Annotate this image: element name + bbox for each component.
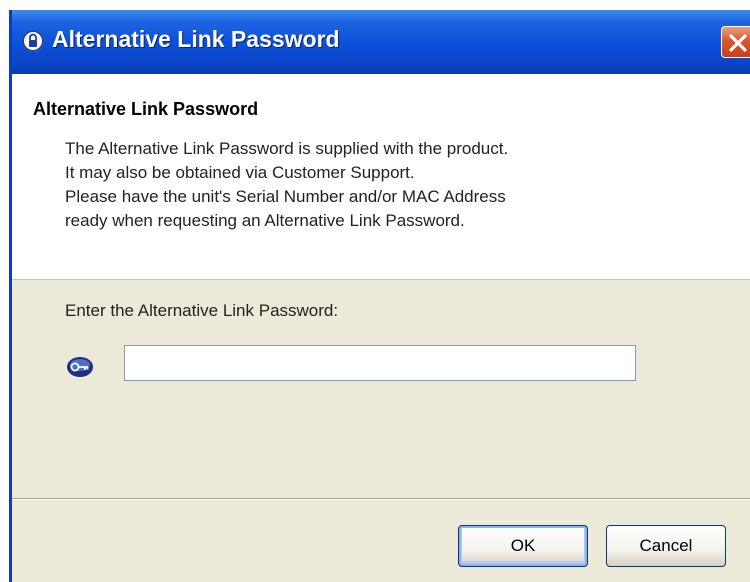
cancel-button[interactable]: Cancel — [606, 525, 726, 567]
window-title: Alternative Link Password — [52, 26, 340, 52]
key-icon — [65, 356, 97, 383]
button-separator — [12, 498, 750, 500]
dialog-window: Alternative Link Password Alternative Li… — [9, 10, 750, 582]
password-input[interactable] — [124, 345, 636, 381]
close-icon — [729, 34, 747, 52]
title-bar[interactable]: Alternative Link Password — [12, 10, 750, 74]
description-line: Please have the unit's Serial Number and… — [65, 187, 506, 206]
password-prompt-label: Enter the Alternative Link Password: — [65, 301, 339, 320]
close-button[interactable] — [721, 26, 750, 58]
ok-button[interactable]: OK — [458, 525, 588, 567]
description-line: ready when requesting an Alternative Lin… — [65, 211, 465, 230]
description-line: The Alternative Link Password is supplie… — [65, 139, 509, 158]
header-description: The Alternative Link Password is supplie… — [65, 137, 508, 233]
password-shield-icon — [22, 30, 44, 52]
description-line: It may also be obtained via Customer Sup… — [65, 163, 415, 182]
header-panel: Alternative Link Password The Alternativ… — [12, 74, 750, 280]
header-title: Alternative Link Password — [33, 99, 259, 119]
